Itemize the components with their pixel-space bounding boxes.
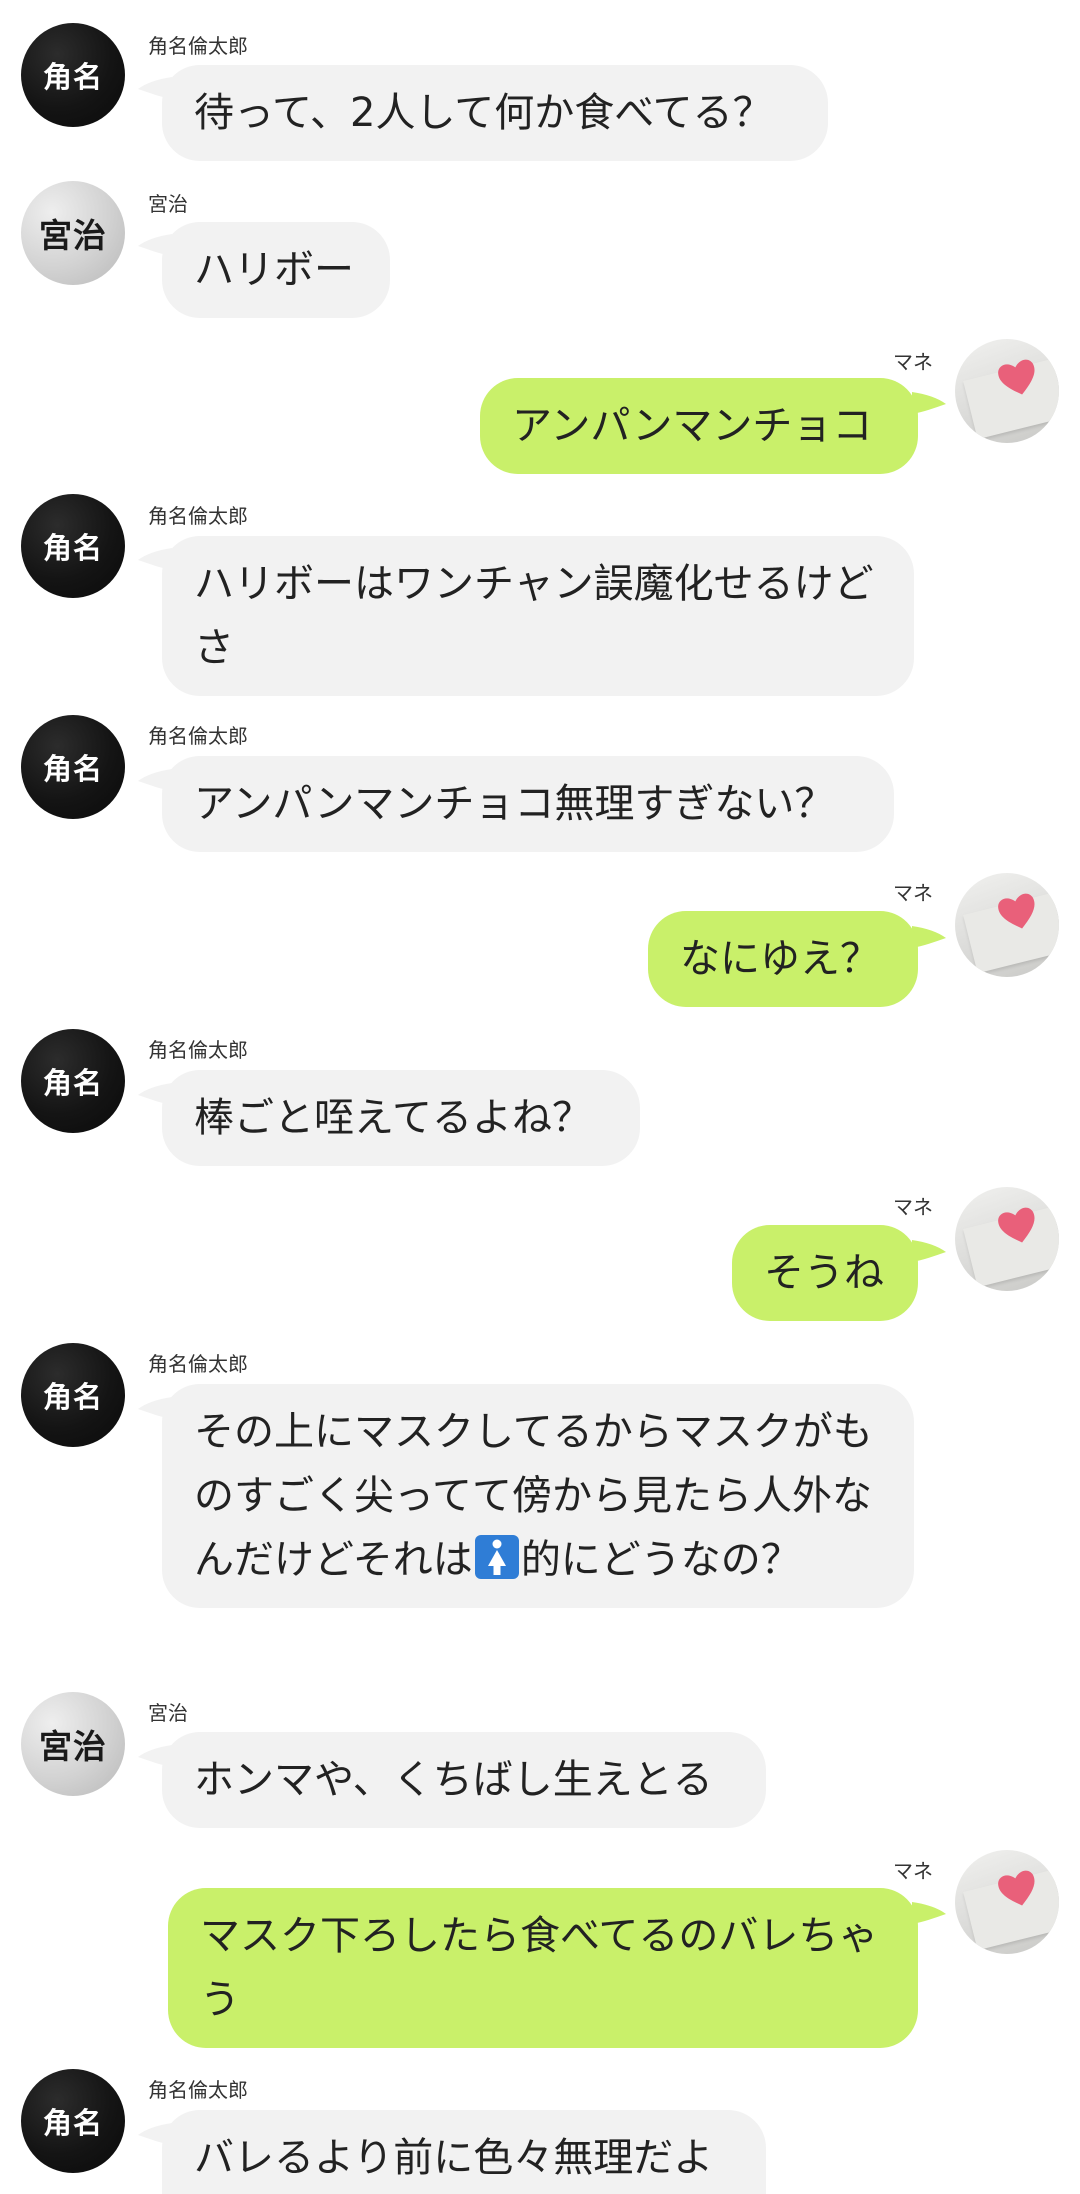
message-bubble[interactable]: ホンマや、くちばし生えとる (162, 1732, 766, 1828)
message-bubble[interactable]: そうね (732, 1225, 918, 1321)
avatar[interactable]: 角名 (21, 494, 125, 598)
avatar-label: 宮治 (39, 216, 107, 255)
sender-name: マネ (893, 1195, 933, 1219)
avatar[interactable]: 角名 (21, 1029, 125, 1133)
message-bubble[interactable]: 棒ごと咥えてるよね？ (162, 1070, 640, 1166)
avatar-label: 角名 (42, 1066, 103, 1100)
avatar[interactable]: 宮治 (21, 181, 125, 285)
avatar[interactable] (955, 339, 1059, 443)
avatar-label: 角名 (42, 752, 103, 786)
sender-name: 角名倫太郎 (148, 1352, 248, 1376)
sender-name: 宮治 (148, 192, 188, 216)
chat-thread: 角名 角名倫太郎 待って、2人して何か食べてる？ 宮治 宮治 ハリボー マネ ア… (0, 0, 1080, 2194)
heart-icon (998, 359, 1035, 395)
avatar-label: 角名 (42, 2106, 103, 2140)
message-bubble[interactable]: バレるより前に色々無理だよ (162, 2110, 766, 2194)
message-text: 的にどうなの？ (520, 1537, 801, 1583)
sender-name: 角名倫太郎 (148, 724, 248, 748)
sender-name: マネ (893, 1859, 933, 1883)
avatar[interactable] (955, 873, 1059, 977)
sender-name: 角名倫太郎 (148, 1038, 248, 1062)
message-bubble[interactable]: ハリボーはワンチャン誤魔化せるけどさ (162, 536, 914, 696)
avatar[interactable]: 宮治 (21, 1692, 125, 1796)
avatar-label: 角名 (42, 1380, 103, 1414)
sender-name: 宮治 (148, 1701, 188, 1725)
heart-icon (998, 893, 1035, 929)
message-bubble[interactable]: アンパンマンチョコ (480, 378, 918, 474)
avatar-label: 角名 (42, 531, 103, 565)
sender-name: 角名倫太郎 (148, 34, 248, 58)
sender-name: 角名倫太郎 (148, 504, 248, 528)
womens-room-emoji-icon (474, 1535, 519, 1579)
avatar[interactable]: 角名 (21, 1343, 125, 1447)
avatar[interactable] (955, 1187, 1059, 1291)
sender-name: 角名倫太郎 (148, 2078, 248, 2102)
avatar[interactable]: 角名 (21, 23, 125, 127)
message-bubble[interactable]: ハリボー (162, 222, 390, 318)
message-bubble[interactable]: 待って、2人して何か食べてる？ (162, 65, 828, 161)
message-bubble[interactable]: その上にマスクしてるからマスクがものすごく尖ってて傍から見たら人外なんだけどそれ… (162, 1384, 914, 1608)
message-bubble[interactable]: アンパンマンチョコ無理すぎない？ (162, 756, 894, 852)
message-bubble[interactable]: なにゆえ？ (648, 911, 918, 1007)
avatar[interactable]: 角名 (21, 2069, 125, 2173)
heart-icon (998, 1207, 1035, 1243)
avatar-label: 宮治 (39, 1727, 107, 1766)
sender-name: マネ (893, 881, 933, 905)
avatar[interactable]: 角名 (21, 715, 125, 819)
avatar-label: 角名 (42, 60, 103, 94)
avatar[interactable] (955, 1850, 1059, 1954)
message-bubble[interactable]: マスク下ろしたら食べてるのバレちゃう (168, 1888, 918, 2048)
heart-icon (998, 1870, 1035, 1906)
sender-name: マネ (893, 350, 933, 374)
